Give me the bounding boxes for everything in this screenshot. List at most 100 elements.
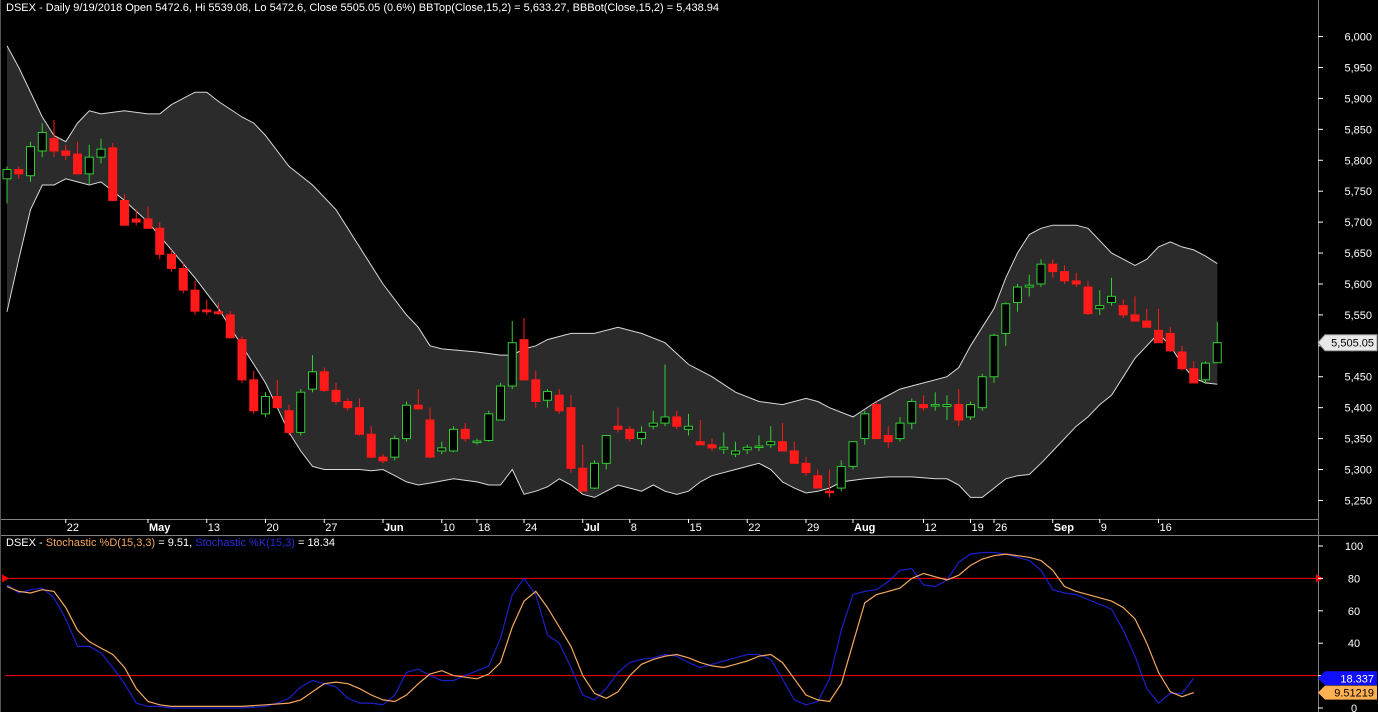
- stoch-tick-label: 60: [1348, 606, 1360, 618]
- candle-body: [754, 445, 764, 449]
- candle-body: [930, 404, 940, 407]
- price-tick-label: 5,400: [1344, 403, 1372, 415]
- price-tick-label: 5,250: [1344, 495, 1372, 507]
- price-tick-label: 5,800: [1344, 155, 1372, 167]
- candle-body: [860, 413, 870, 440]
- candle-body: [1024, 284, 1034, 288]
- candle-body: [801, 462, 811, 474]
- candle-body: [919, 404, 928, 409]
- candle-body: [190, 289, 200, 312]
- price-tick-label: 5,300: [1344, 465, 1372, 477]
- candle-body: [731, 450, 740, 455]
- stoch-d-last-tag-label: 9.51219: [1334, 688, 1374, 700]
- date-tick-label: 29: [807, 522, 819, 534]
- candle: [190, 280, 200, 315]
- candle: [237, 336, 247, 383]
- stoch-symbol-label: DSEX: [6, 537, 36, 549]
- candle-body: [155, 227, 165, 255]
- date-tick-label: 27: [325, 522, 337, 534]
- price-tick-label: 5,350: [1344, 434, 1372, 446]
- candle-body: [249, 379, 259, 412]
- stoch-k-last-tag-label: 18.337: [1340, 673, 1374, 685]
- candle-body: [637, 431, 646, 440]
- candle-body: [1189, 368, 1199, 384]
- price-tick-label: 5,650: [1344, 248, 1372, 260]
- date-tick-label: 15: [690, 522, 702, 534]
- candle: [296, 389, 306, 436]
- stoch-d-label: Stochastic %D(15,3,3): [45, 537, 156, 549]
- date-tick-label: Jul: [584, 522, 600, 534]
- candle-body: [49, 138, 59, 152]
- candle-body: [143, 218, 153, 229]
- candle-body: [778, 441, 787, 452]
- candle-body: [672, 416, 682, 427]
- candle-body: [719, 446, 729, 450]
- candle-body: [437, 447, 447, 452]
- date-tick-label: 26: [995, 522, 1007, 534]
- candle: [519, 317, 529, 381]
- candle-body: [966, 404, 975, 418]
- candle-body: [319, 371, 329, 391]
- candle-body: [543, 391, 552, 401]
- stoch-tick-label: 80: [1348, 573, 1360, 585]
- last-price-label: 5,505.05: [1331, 338, 1374, 350]
- candle-body: [272, 396, 282, 409]
- candle-body: [813, 475, 823, 489]
- candle-body: [566, 407, 576, 469]
- candle-body: [531, 379, 541, 402]
- candle-body: [590, 462, 599, 489]
- candle-body: [1013, 286, 1022, 304]
- date-tick-label: 22: [67, 522, 79, 534]
- candle-body: [96, 148, 106, 158]
- candle-body: [284, 410, 294, 433]
- date-tick-label: 18: [478, 522, 490, 534]
- price-tick-label: 5,700: [1344, 217, 1372, 229]
- candle-body: [1060, 271, 1069, 282]
- candle-body: [1107, 295, 1116, 304]
- candle-body: [1083, 286, 1093, 315]
- candle-body: [1165, 332, 1175, 352]
- date-tick-label: 22: [748, 522, 760, 534]
- stoch-d-line: [6, 553, 1194, 708]
- candle-body: [1118, 305, 1128, 316]
- price-tick-label: 5,950: [1344, 62, 1372, 74]
- price-chart-header: DSEX - Daily 9/19/2018 Open 5472.6, Hi 5…: [6, 2, 719, 14]
- price-tick-label: 5,750: [1344, 186, 1372, 198]
- candle-body: [707, 444, 717, 449]
- candle-body: [989, 334, 999, 378]
- candle-body: [1036, 263, 1046, 285]
- candle: [484, 410, 494, 442]
- candle-body: [1071, 280, 1081, 285]
- candle: [225, 311, 235, 339]
- candle: [848, 441, 858, 470]
- candle-body: [167, 253, 176, 270]
- candle-body: [120, 199, 129, 226]
- candle: [977, 373, 987, 411]
- candle: [989, 333, 999, 383]
- stock-chart: 5,2505,3005,3505,4005,4505,5005,5505,600…: [0, 0, 1378, 712]
- stoch-separator: -: [35, 537, 46, 549]
- date-tick-label: 8: [631, 522, 637, 534]
- candle-body: [578, 467, 588, 492]
- candle-body: [601, 435, 611, 464]
- candle-body: [883, 435, 893, 443]
- stoch-d-value: = 9.51,: [155, 537, 196, 549]
- candle-body: [496, 385, 505, 421]
- date-tick-label: Sep: [1054, 522, 1074, 534]
- candle-body: [73, 153, 82, 175]
- candle-body: [355, 407, 364, 435]
- date-tick-label: 20: [267, 522, 279, 534]
- candle: [202, 299, 212, 315]
- candle-body: [648, 422, 658, 427]
- candle: [261, 392, 270, 417]
- candle-body: [261, 396, 270, 415]
- candle-body: [366, 433, 376, 458]
- candle: [390, 435, 400, 461]
- candle-body: [1095, 305, 1105, 310]
- candle-body: [660, 416, 670, 424]
- date-tick-label: Aug: [854, 522, 875, 534]
- stoch-k-value: = 18.34: [294, 537, 335, 549]
- candle-body: [460, 428, 470, 440]
- date-tick-label: 9: [1101, 522, 1107, 534]
- price-tick-label: 5,850: [1344, 124, 1372, 136]
